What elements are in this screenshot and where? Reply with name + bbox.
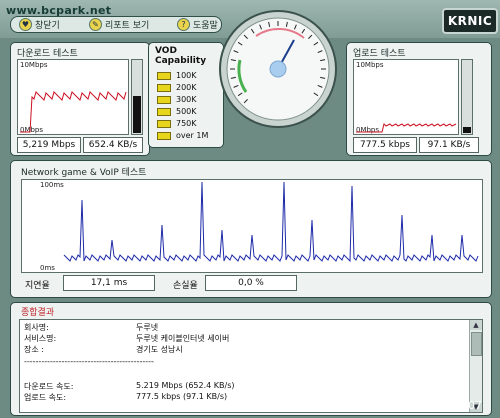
speed-gauge-dial — [219, 10, 337, 128]
vod-title: VOD Capability — [155, 46, 206, 66]
download-level-bar — [131, 59, 143, 135]
brand-logo: KRNIC — [442, 8, 498, 34]
result-line-value: 777.5 kbps (97.1 KB/s) — [136, 392, 228, 401]
upload-level-fill — [463, 127, 471, 133]
result-line-value: 경기도 성남시 — [136, 345, 183, 354]
result-title: 종합결과 — [21, 308, 55, 318]
scroll-thumb[interactable] — [471, 332, 482, 356]
vod-item: 500K — [157, 107, 197, 116]
close-window-icon: ♥ — [19, 18, 32, 31]
upload-chart-svg — [356, 123, 457, 133]
speed-gauge — [218, 8, 338, 130]
result-separator: ----------------------------------------… — [24, 357, 154, 366]
vod-swatch — [157, 119, 171, 128]
result-line: 다운로드 속도: 5.219 Mbps (652.4 KB/s) — [24, 381, 235, 392]
vod-item-label: 500K — [176, 107, 197, 116]
result-line-label: 업로드 속도: — [24, 393, 67, 402]
download-panel: 다운로드 테스트 10Mbps 0Mbps 5,219 Mbps 652.4 K… — [10, 42, 150, 156]
result-line-label: 회사명: — [24, 323, 49, 332]
vod-item-label: over 1M — [176, 131, 209, 140]
report-icon: ✎ — [89, 18, 102, 31]
vod-title-line2: Capability — [155, 56, 207, 66]
vod-swatch — [157, 71, 171, 80]
result-line: 업로드 속도: 777.5 kbps (97.1 KB/s) — [24, 392, 227, 403]
result-line-value: 두루넷 케이블인터넷 세이버 — [136, 334, 230, 343]
upload-level-bar — [461, 59, 473, 135]
latency-value: 17,1 ms — [63, 275, 155, 291]
loss-label: 손실율 — [173, 281, 198, 291]
result-line-label: 장소 : — [24, 345, 44, 354]
menu-item-close[interactable]: ♥ 창닫기 — [19, 18, 60, 31]
game-title: Network game & VoIP 테스트 — [21, 168, 147, 178]
download-kbs-value: 652.4 KB/s — [83, 137, 143, 153]
download-title: 다운로드 테스트 — [17, 49, 78, 59]
game-graph: 100ms 0ms — [21, 179, 483, 273]
vod-capability-panel: VOD Capability 100K 200K 300K 500K 750K … — [148, 42, 224, 148]
menu-item-label: 리포트 보기 — [105, 21, 150, 31]
vod-title-line1: VOD — [155, 46, 177, 56]
result-line-label: 서비스명: — [24, 334, 57, 343]
vod-swatch — [157, 95, 171, 104]
download-graph: 10Mbps 0Mbps — [17, 59, 129, 135]
speedtest-window: www.bcpark.net ♥ 창닫기 ✎ 리포트 보기 ? 도움말 KRNI… — [0, 0, 500, 418]
menu-item-label: 도움말 — [193, 21, 218, 31]
menu-item-help[interactable]: ? 도움말 — [177, 18, 218, 31]
help-icon: ? — [177, 18, 190, 31]
vod-item: 300K — [157, 95, 197, 104]
vod-swatch — [157, 131, 171, 140]
vod-item-label: 200K — [176, 83, 197, 92]
upload-trace — [356, 123, 457, 133]
loss-value: 0,0 % — [205, 275, 297, 291]
vod-item: 750K — [157, 119, 197, 128]
vod-item-label: 750K — [176, 119, 197, 128]
game-chart-svg — [63, 181, 479, 263]
vod-item: 200K — [157, 83, 197, 92]
upload-title: 업로드 테스트 — [353, 49, 406, 59]
vod-item-label: 100K — [176, 71, 197, 80]
scroll-up-arrow-icon[interactable]: ▲ — [470, 320, 482, 330]
game-voip-panel: Network game & VoIP 테스트 100ms 0ms 지연율 17… — [10, 160, 492, 298]
latency-label: 지연율 — [25, 281, 50, 291]
vod-item: over 1M — [157, 131, 208, 140]
result-line: 회사명: 두루넷 — [24, 322, 158, 333]
download-level-fill — [133, 95, 141, 133]
vod-item-label: 300K — [176, 95, 197, 104]
latency-trace — [63, 181, 479, 263]
result-line-label: 다운로드 속도: — [24, 382, 74, 391]
watermark-footer: 램베르또 / 2003-02-01 14:39:07 — [314, 399, 483, 412]
menu-bar: ♥ 창닫기 ✎ 리포트 보기 ? 도움말 — [10, 16, 222, 33]
result-line: 장소 : 경기도 성남시 — [24, 344, 183, 355]
result-line-value: 5.219 Mbps (652.4 KB/s) — [136, 381, 235, 390]
result-line-value: 두루넷 — [136, 323, 159, 332]
vod-swatch — [157, 83, 171, 92]
vod-item: 100K — [157, 71, 197, 80]
download-trace — [20, 91, 127, 133]
upload-graph: 10Mbps 0Mbps — [353, 59, 459, 135]
menu-item-report[interactable]: ✎ 리포트 보기 — [89, 18, 149, 31]
upload-panel: 업로드 테스트 10Mbps 0Mbps 777.5 kbps 97.1 KB/… — [346, 42, 492, 156]
upload-kbps-value: 777.5 kbps — [353, 137, 417, 153]
download-chart-svg — [20, 91, 127, 133]
menu-item-label: 창닫기 — [35, 21, 60, 31]
upload-kbs-value: 97.1 KB/s — [419, 137, 479, 153]
vod-swatch — [157, 107, 171, 116]
download-mbps-value: 5,219 Mbps — [17, 137, 81, 153]
result-line: 서비스명: 두루넷 케이블인터넷 세이버 — [24, 333, 229, 344]
